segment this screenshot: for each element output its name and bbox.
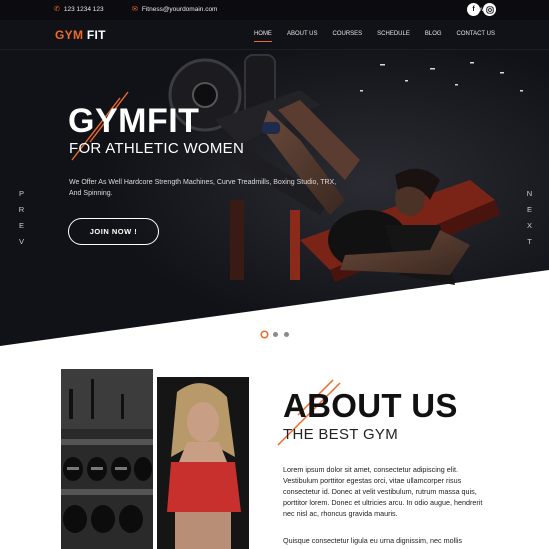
hero-title: GYMFIT [68, 102, 200, 140]
hero-subtitle: FOR ATHLETIC WOMEN [69, 140, 245, 157]
prev-arrow[interactable]: PREV [18, 186, 26, 250]
facebook-icon[interactable]: f [467, 3, 480, 16]
hero-background [0, 50, 549, 346]
hero-slider: PREV NEXT [0, 50, 549, 350]
about-paragraph: Lorem ipsum dolor sit amet, consectetur … [283, 465, 483, 518]
slider-dot-1[interactable] [262, 332, 267, 337]
main-navigation: GYM FIT HOME ABOUT US COURSES SCHEDULE B… [0, 20, 549, 50]
email-contact[interactable]: ✉ Fitness@yourdomain.com [132, 6, 217, 13]
phone-number: 123 1234 123 [63, 6, 104, 13]
nav-item-contact-us[interactable]: CONTACT US [457, 31, 495, 37]
slider-dot-3[interactable] [284, 332, 289, 337]
nav-item-schedule[interactable]: SCHEDULE [377, 31, 410, 37]
instagram-icon[interactable] [483, 3, 496, 16]
nav-item-courses[interactable]: COURSES [333, 31, 363, 37]
email-address: Fitness@yourdomain.com [141, 6, 218, 13]
athlete-portrait-image [157, 377, 249, 549]
nav-item-about-us[interactable]: ABOUT US [287, 31, 318, 37]
phone-icon: ✆ [54, 6, 60, 13]
join-now-button[interactable]: JOIN NOW ! [68, 218, 159, 245]
nav-item-blog[interactable]: BLOG [425, 31, 442, 37]
mail-icon: ✉ [132, 6, 138, 13]
slider-dot-2[interactable] [273, 332, 278, 337]
next-arrow[interactable]: NEXT [526, 186, 534, 250]
about-title: ABOUT US [283, 387, 458, 424]
nav-menu: HOME ABOUT US COURSES SCHEDULE BLOG CONT… [253, 31, 495, 42]
gym-dumbbells-image [61, 369, 153, 549]
top-bar: ✆ 123 1234 123 ✉ Fitness@yourdomain.com … [0, 0, 549, 20]
about-paragraph-2: Quisque consectetur ligula eu urna digni… [283, 536, 462, 545]
phone-contact[interactable]: ✆ 123 1234 123 [54, 6, 104, 13]
site-logo[interactable]: GYM FIT [55, 28, 106, 42]
about-subtitle: THE BEST GYM [283, 426, 399, 443]
hero-description: We Offer As Well Hardcore Strength Machi… [69, 179, 337, 197]
nav-item-home[interactable]: HOME [253, 31, 272, 42]
